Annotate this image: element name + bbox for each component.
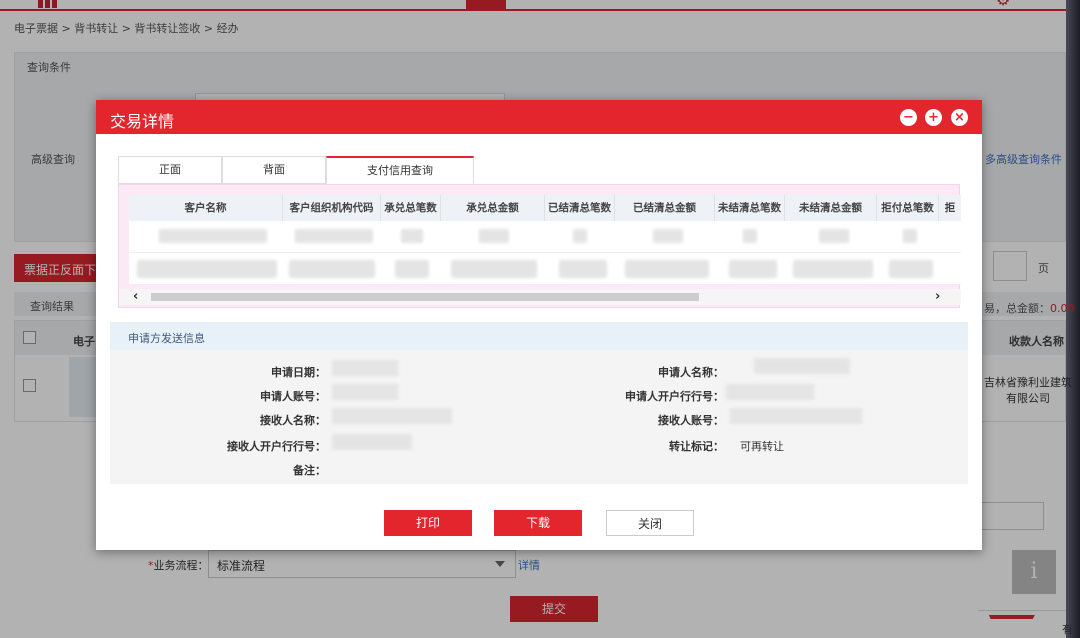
sender-info-title: 申请方发送信息 (110, 322, 968, 350)
grid-header-cell: 未结清总笔数 (715, 195, 785, 221)
modal-header: 交易详情 − + × (96, 100, 982, 134)
table-row (129, 221, 961, 253)
grid-header-cell: 拒付总笔数 (877, 195, 939, 221)
grid-header-cell: 客户组织机构代码 (283, 195, 381, 221)
field-label: 申请日期： (271, 366, 326, 379)
scroll-right-icon[interactable]: › (935, 289, 940, 305)
tab-payment-credit-query[interactable]: 支付信用查询 (326, 156, 474, 184)
grid-header-cell: 客户名称 (129, 195, 283, 221)
field-label: 接收人账号： (658, 414, 724, 427)
grid-header: 客户名称 客户组织机构代码 承兑总笔数 承兑总金额 已结清总笔数 已结清总金额 … (129, 195, 961, 221)
tab-front[interactable]: 正面 (118, 156, 222, 184)
print-button[interactable]: 打印 (384, 510, 472, 536)
field-label: 备注： (293, 464, 326, 477)
credit-query-grid: 客户名称 客户组织机构代码 承兑总笔数 承兑总金额 已结清总笔数 已结清总金额 … (118, 184, 961, 308)
tab-back[interactable]: 背面 (222, 156, 326, 184)
grid-header-cell: 未结清总金额 (785, 195, 877, 221)
field-label: 接收人名称： (260, 414, 326, 427)
transfer-flag-value: 可再转让 (740, 440, 784, 453)
field-label: 申请人开户行行号： (625, 390, 724, 403)
field-label: 申请人名称： (658, 366, 724, 379)
horizontal-scrollbar[interactable]: ‹ › (119, 289, 961, 305)
grid-header-cell: 已结清总金额 (615, 195, 715, 221)
close-button[interactable]: 关闭 (606, 510, 694, 536)
grid-header-cell: 已结清总笔数 (545, 195, 615, 221)
tab-bar: 正面 背面 支付信用查询 (118, 156, 474, 184)
grid-content: 客户名称 客户组织机构代码 承兑总笔数 承兑总金额 已结清总笔数 已结清总金额 … (129, 195, 961, 285)
table-row (129, 253, 961, 285)
minimize-icon[interactable]: − (900, 109, 917, 126)
maximize-icon[interactable]: + (925, 109, 942, 126)
transaction-detail-modal: 交易详情 − + × 正面 背面 支付信用查询 客户名称 客户组织机构代码 承兑… (96, 100, 982, 550)
close-icon[interactable]: × (951, 109, 968, 126)
modal-title: 交易详情 (110, 112, 175, 131)
grid-header-cell: 承兑总金额 (441, 195, 545, 221)
field-label: 转让标记： (669, 440, 724, 453)
sender-info-section: 申请方发送信息 申请日期： 申请人账号： 接收人名称： 接收人开户行行号： 备注… (110, 322, 968, 484)
field-label: 接收人开户行行号： (227, 440, 326, 453)
download-button[interactable]: 下载 (494, 510, 582, 536)
scroll-left-icon[interactable]: ‹ (133, 289, 138, 305)
field-label: 申请人账号： (260, 390, 326, 403)
scrollbar-thumb[interactable] (151, 293, 699, 301)
grid-header-cell: 承兑总笔数 (381, 195, 441, 221)
grid-header-cell: 拒 (944, 202, 956, 214)
